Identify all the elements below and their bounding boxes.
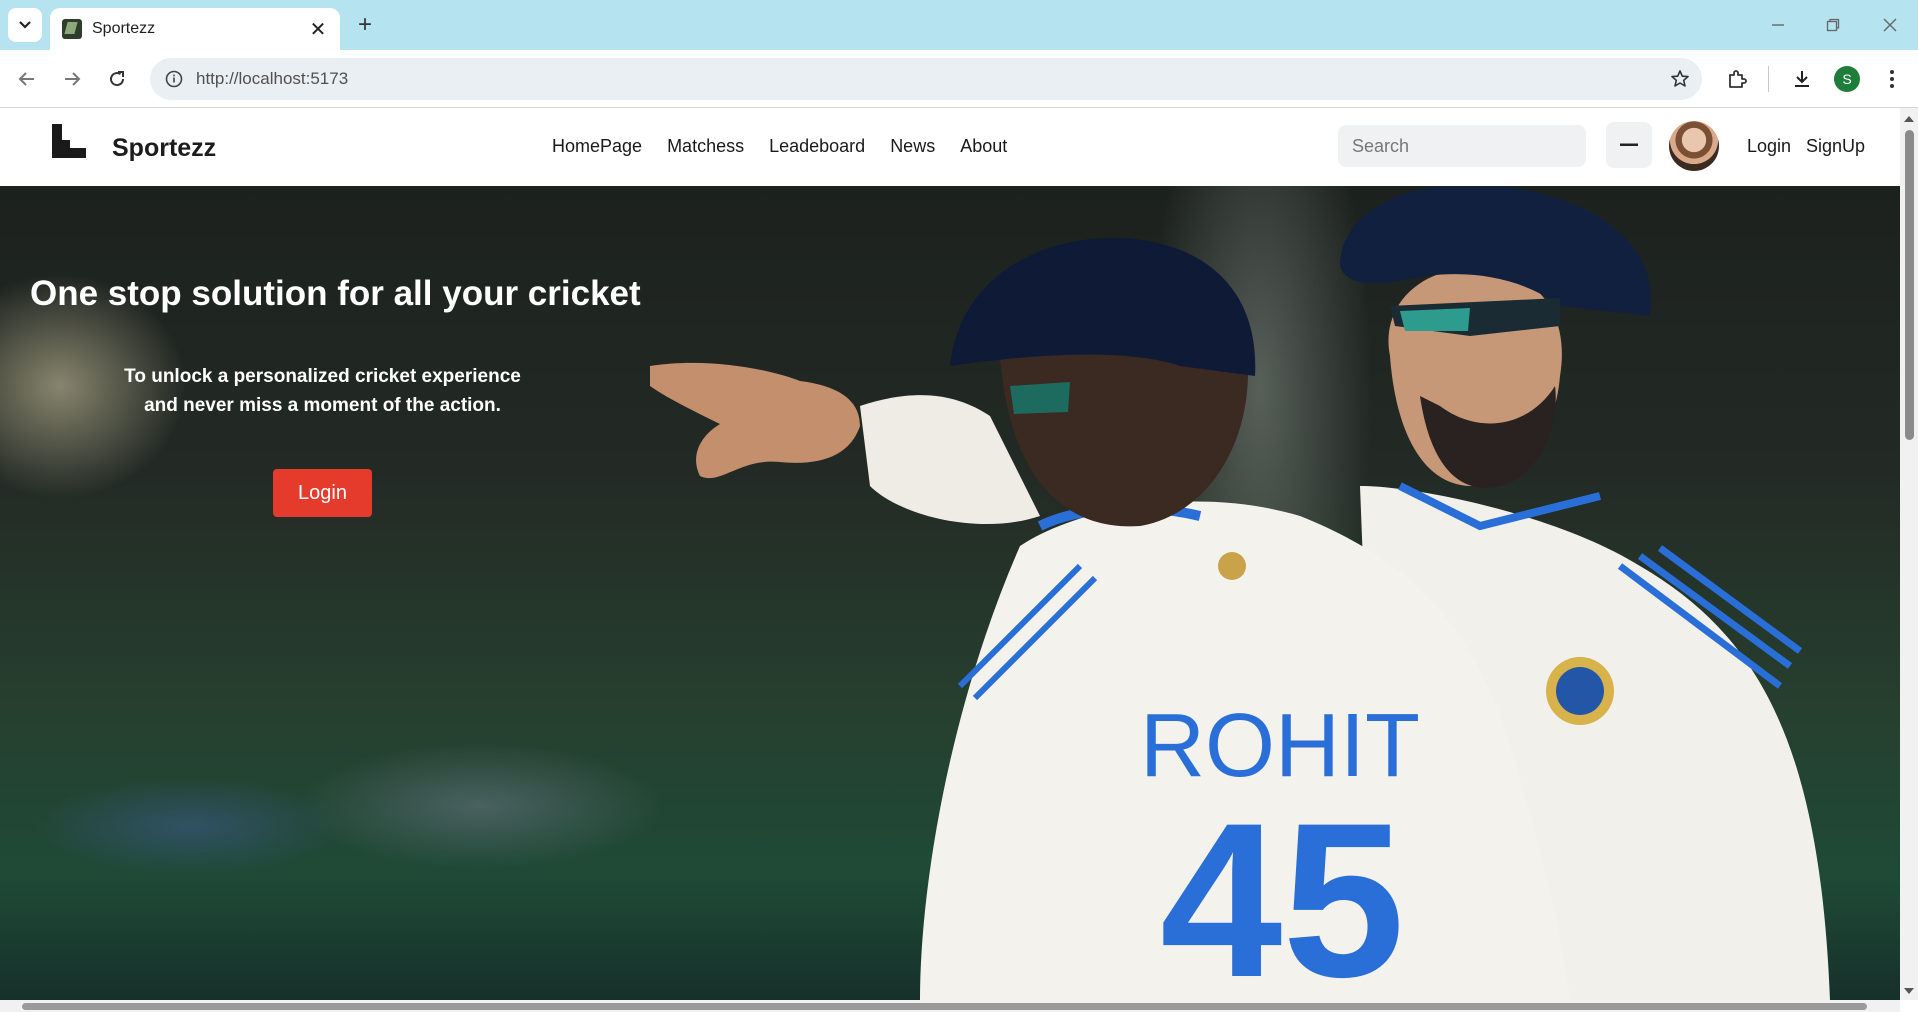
hero-subtitle-line-2: and never miss a moment of the action. — [144, 395, 501, 416]
close-tab-icon[interactable]: ✕ — [304, 15, 332, 43]
user-avatar[interactable] — [1669, 121, 1719, 171]
reload-icon[interactable] — [99, 61, 135, 97]
nav-signup-link[interactable]: SignUp — [1806, 136, 1865, 157]
site-favicon-icon — [62, 19, 82, 39]
logo-icon[interactable] — [52, 124, 86, 158]
web-page: Sportezz HomePage Matchess Leadeboard Ne… — [0, 108, 1900, 1000]
nav-link-news[interactable]: News — [890, 136, 935, 157]
profile-avatar[interactable]: S — [1829, 61, 1865, 97]
nav-link-homepage[interactable]: HomePage — [552, 136, 642, 157]
hero-subtitle: To unlock a personalized cricket experie… — [30, 362, 615, 420]
browser-tab-bar: Sportezz ✕ + — [0, 0, 1918, 50]
minus-icon — [1620, 143, 1638, 146]
hero-login-button[interactable]: Login — [273, 469, 372, 517]
menu-toggle-button[interactable] — [1606, 122, 1652, 168]
toolbar-divider — [1768, 66, 1769, 92]
address-bar[interactable]: http://localhost:5173 — [150, 58, 1702, 100]
tab-list-button[interactable] — [8, 8, 42, 42]
jersey-number: 45 — [1160, 777, 1405, 1000]
horizontal-scroll-thumb[interactable] — [22, 1003, 1867, 1010]
scroll-down-icon[interactable] — [1900, 984, 1918, 998]
star-icon[interactable] — [1658, 58, 1702, 100]
nav-link-leaderboard[interactable]: Leadeboard — [769, 136, 865, 157]
nav-login-link[interactable]: Login — [1747, 136, 1791, 157]
vertical-scroll-thumb[interactable] — [1905, 130, 1914, 440]
info-icon[interactable] — [154, 58, 194, 100]
new-tab-plus-icon[interactable]: + — [350, 10, 380, 40]
browser-toolbar: http://localhost:5173 S — [0, 50, 1918, 108]
forward-icon[interactable] — [54, 61, 90, 97]
hero-banner: ROHIT 45 One stop solution for all your … — [0, 186, 1900, 1000]
extensions-icon[interactable] — [1719, 61, 1755, 97]
restore-icon[interactable] — [1813, 10, 1853, 40]
nav-link-about[interactable]: About — [960, 136, 1007, 157]
site-navbar: Sportezz HomePage Matchess Leadeboard Ne… — [0, 108, 1900, 186]
back-icon[interactable] — [9, 61, 45, 97]
vertical-scrollbar[interactable] — [1900, 108, 1918, 1000]
tab-title: Sportezz — [92, 20, 156, 37]
hero-title: One stop solution for all your cricket — [30, 274, 641, 313]
window-close-icon[interactable] — [1870, 10, 1910, 40]
hero-subtitle-line-1: To unlock a personalized cricket experie… — [124, 366, 521, 387]
minimize-icon[interactable] — [1758, 10, 1798, 40]
search-input[interactable] — [1338, 125, 1586, 167]
download-icon[interactable] — [1784, 61, 1820, 97]
profile-initial: S — [1834, 66, 1860, 92]
chevron-down-icon — [19, 21, 31, 29]
nav-link-matches[interactable]: Matchess — [667, 136, 744, 157]
scroll-up-icon[interactable] — [1900, 112, 1918, 126]
brand-name[interactable]: Sportezz — [112, 134, 216, 163]
browser-tab[interactable]: Sportezz ✕ — [50, 8, 340, 50]
more-icon[interactable] — [1874, 61, 1910, 97]
url-text: http://localhost:5173 — [196, 69, 349, 88]
main-nav: HomePage Matchess Leadeboard News About — [552, 136, 1007, 157]
horizontal-scrollbar[interactable] — [0, 1000, 1900, 1012]
